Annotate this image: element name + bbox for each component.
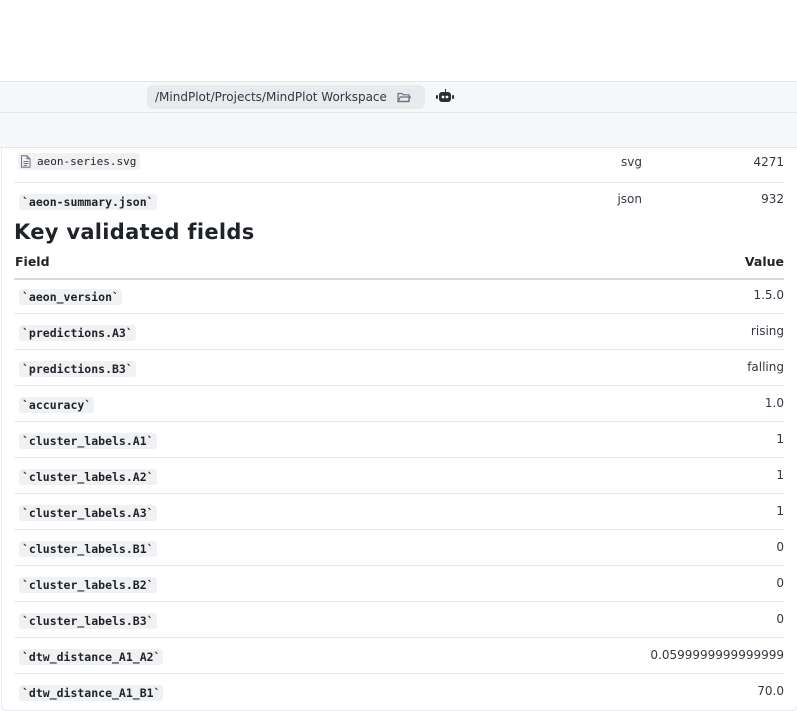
field-key: `cluster_labels.A1`: [19, 433, 157, 449]
field-value: 1: [776, 468, 784, 482]
file-size: 4271: [753, 155, 784, 169]
sub-toolbar: [0, 113, 797, 148]
table-header: Field Value: [14, 251, 784, 280]
table-row: `aeon_version` 1.5.0: [14, 278, 784, 314]
table-row: `dtw_distance_A1_A2` 0.0599999999999999: [14, 638, 784, 674]
field-value: 1: [776, 432, 784, 446]
field-value: rising: [750, 324, 784, 338]
path-breadcrumb[interactable]: /MindPlot/Projects/MindPlot Workspace: [147, 85, 425, 109]
field-value: 1: [776, 504, 784, 518]
field-value: 1.5.0: [753, 288, 784, 302]
field-key: `aeon_version`: [19, 289, 122, 305]
column-header-value: Value: [744, 254, 784, 269]
field-value: 1.0: [764, 396, 784, 410]
file-link-aeon-series[interactable]: aeon-series.svg: [18, 153, 141, 170]
field-value: 70.0: [757, 684, 784, 698]
table-row: `cluster_labels.B3` 0: [14, 602, 784, 638]
field-value: 0.0599999999999999: [650, 648, 784, 662]
field-key: `cluster_labels.B1`: [19, 541, 157, 557]
file-row: aeon-series.svg svg 4271: [14, 147, 784, 183]
table-row: `dtw_distance_A1_B1` 70.0: [14, 674, 784, 709]
table-row: `cluster_labels.A2` 1: [14, 458, 784, 494]
field-value: 0: [776, 540, 784, 554]
field-key: `dtw_distance_A1_A2`: [19, 649, 164, 665]
file-icon: [21, 155, 31, 168]
table-row: `cluster_labels.A1` 1: [14, 422, 784, 458]
field-key: `accuracy`: [19, 397, 95, 413]
field-key: `dtw_distance_A1_B1`: [19, 685, 164, 701]
table-row: `cluster_labels.B2` 0: [14, 566, 784, 602]
table-row: `cluster_labels.B1` 0: [14, 530, 784, 566]
folder-open-icon[interactable]: [396, 89, 412, 105]
field-key: `predictions.B3`: [19, 361, 136, 377]
field-key: `predictions.A3`: [19, 325, 136, 341]
table-row: `accuracy` 1.0: [14, 386, 784, 422]
field-key: `cluster_labels.B3`: [19, 613, 157, 629]
file-name: `aeon-summary.json`: [19, 194, 157, 210]
robot-icon[interactable]: [434, 88, 456, 106]
column-header-field: Field: [15, 254, 50, 269]
table-row: `predictions.B3` falling: [14, 350, 784, 386]
file-name: aeon-series.svg: [37, 155, 137, 168]
table-row: `predictions.A3` rising: [14, 314, 784, 350]
file-type: svg: [621, 155, 642, 169]
file-type: json: [617, 192, 642, 206]
file-size: 932: [761, 192, 784, 206]
field-value: falling: [747, 360, 784, 374]
field-key: `cluster_labels.A2`: [19, 469, 157, 485]
fields-table-body: `aeon_version` 1.5.0 `predictions.A3` risi…: [14, 278, 784, 709]
field-value: 0: [776, 612, 784, 626]
table-row: `cluster_labels.A3` 1: [14, 494, 784, 530]
path-toolbar: /MindPlot/Projects/MindPlot Workspace: [0, 81, 797, 113]
field-key: `cluster_labels.A3`: [19, 505, 157, 521]
section-heading: Key validated fields: [14, 220, 255, 244]
path-text: /MindPlot/Projects/MindPlot Workspace: [155, 90, 387, 104]
field-key: `cluster_labels.B2`: [19, 577, 157, 593]
file-row: `aeon-summary.json` json 932: [14, 183, 784, 218]
document-panel: aeon-series.svg svg 4271 `aeon-summary.j…: [1, 147, 797, 711]
field-value: 0: [776, 576, 784, 590]
